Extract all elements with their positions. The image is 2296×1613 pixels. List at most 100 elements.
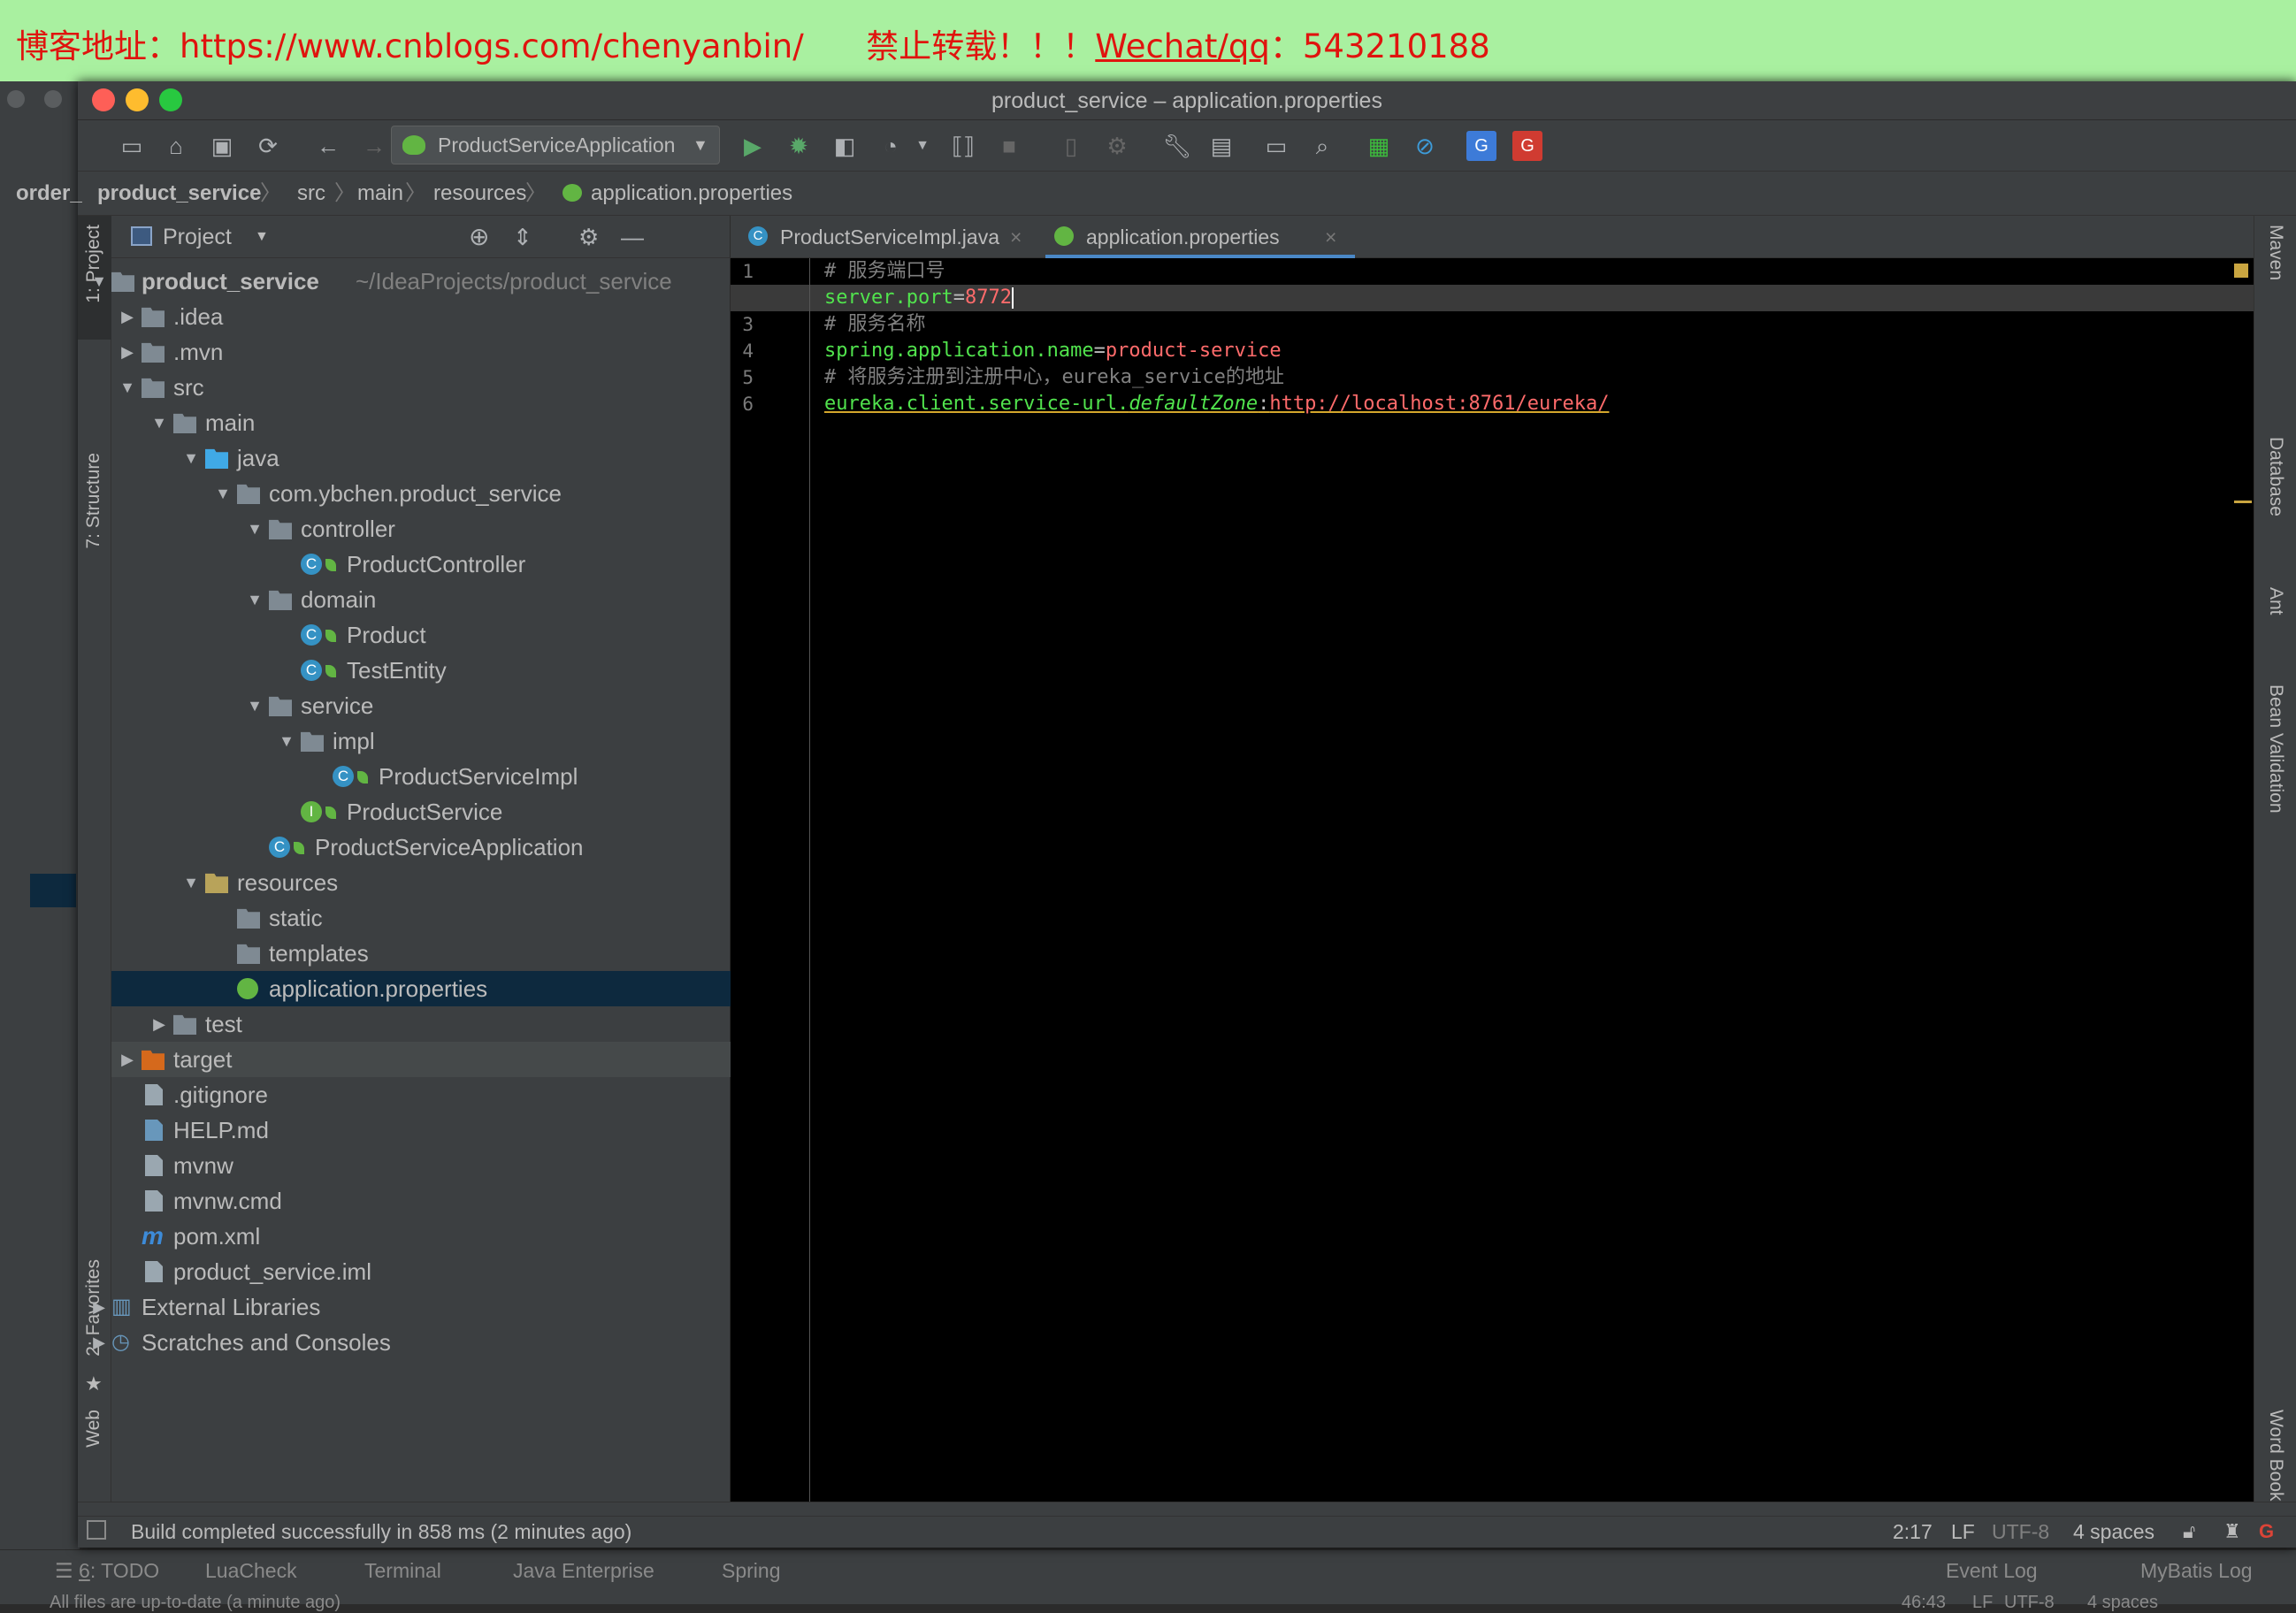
breadcrumb-item[interactable]: order_ [16, 172, 82, 216]
code-editor[interactable]: 1 3 4 5 6 # 服务端口号 server.port=8772 # 服务名… [731, 258, 2254, 1502]
run-icon[interactable]: ▶ [738, 131, 768, 161]
tool-window-ant[interactable]: Ant [2265, 587, 2286, 615]
tool-window-web[interactable]: Web [83, 1410, 104, 1448]
tree-row-impl[interactable]: ▼ impl [111, 723, 731, 759]
tree-label: ProductService [347, 799, 503, 825]
tree-row-productserviceapplication[interactable]: C ProductServiceApplication [111, 829, 731, 865]
attach-debugger-icon[interactable]: ⟦⟧ [948, 131, 978, 161]
tree-row-package[interactable]: ▼ com.ybchen.product_service [111, 476, 731, 511]
gear-icon[interactable]: ⚙ [578, 216, 599, 258]
close-tab-icon[interactable]: × [1010, 216, 1022, 258]
tree-row-idea[interactable]: ▶ .idea [111, 299, 731, 334]
search-icon[interactable]: ⌕ [1307, 131, 1337, 161]
translate-icon[interactable]: G [1466, 131, 1496, 161]
coverage-icon[interactable]: ◧ [830, 131, 860, 161]
caret-position[interactable]: 2:17 [1893, 1517, 1932, 1547]
power-save-icon[interactable]: ⊘ [1410, 131, 1440, 161]
tree-row-domain[interactable]: ▼ domain [111, 582, 731, 617]
tool-window-maven[interactable]: Maven [2265, 225, 2286, 280]
chevron-down-icon[interactable]: ▼ [255, 216, 269, 258]
tree-row-templates[interactable]: templates [111, 936, 731, 971]
tree-row-external-libraries[interactable]: ▶ ▥ External Libraries [93, 1289, 731, 1325]
tree-label: External Libraries [142, 1294, 321, 1320]
tree-row-testentity[interactable]: C TestEntity [111, 653, 731, 688]
breadcrumb-item[interactable]: main [357, 172, 403, 216]
device-icon[interactable]: ▯ [1056, 131, 1086, 161]
tree-row-mvnw-cmd[interactable]: mvnw.cmd [111, 1183, 731, 1219]
wrench-icon[interactable]: 🔧︎ [1162, 131, 1192, 161]
bg-tool-terminal: Terminal [364, 1559, 441, 1582]
line-separator[interactable]: LF [1951, 1517, 1975, 1547]
locate-icon[interactable]: ⊕ [469, 216, 489, 258]
tree-label: HELP.md [173, 1117, 269, 1143]
forward-arrow-icon[interactable]: → [359, 131, 389, 161]
sync-icon[interactable]: ⟳ [253, 131, 283, 161]
tree-row-mvn[interactable]: ▶ .mvn [111, 334, 731, 370]
breadcrumb-item[interactable]: resources [433, 172, 526, 216]
tree-row-service[interactable]: ▼ service [111, 688, 731, 723]
breadcrumb-item[interactable]: application.properties [591, 172, 792, 216]
tool-window-word-book[interactable]: Word Book [2265, 1410, 2286, 1502]
tree-row-productcontroller[interactable]: C ProductController [111, 547, 731, 582]
tree-row-product[interactable]: C Product [111, 617, 731, 653]
tool-window-bean-validation[interactable]: Bean Validation [2265, 684, 2286, 814]
save-all-icon[interactable]: ▭ [117, 131, 147, 161]
open-folder-icon[interactable]: ⌂ [161, 131, 191, 161]
file-encoding[interactable]: UTF-8 [1992, 1517, 2049, 1547]
inspection-status-icon[interactable] [2234, 264, 2248, 278]
run-configuration-select[interactable]: ProductServiceApplication ▼ [391, 126, 720, 164]
tree-row-productserviceimpl[interactable]: C ProductServiceImpl [111, 759, 731, 794]
activity-monitor-icon[interactable]: ▦ [1364, 131, 1394, 161]
tree-row-resources[interactable]: ▼ resources [111, 865, 731, 900]
collapse-all-icon[interactable]: ⇕ [513, 216, 532, 258]
tree-row-controller[interactable]: ▼ controller [111, 511, 731, 547]
tab-productserviceimpl[interactable]: C ProductServiceImpl.java × [739, 216, 1040, 258]
tree-row-application-properties[interactable]: application.properties [111, 971, 731, 1006]
bg-status-message: All files are up-to-date (a minute ago) [50, 1593, 341, 1612]
tool-window-database[interactable]: Database [2265, 437, 2286, 516]
back-arrow-icon[interactable]: ← [313, 131, 343, 161]
breadcrumb-item[interactable]: src [297, 172, 325, 216]
tree-row-java[interactable]: ▼ java [111, 440, 731, 476]
run-configuration-label: ProductServiceApplication [438, 134, 676, 157]
breadcrumb-item[interactable]: product_service [97, 172, 261, 216]
tree-row-target[interactable]: ▶ target [111, 1042, 731, 1077]
folder-icon [237, 908, 260, 929]
tree-row-productservice[interactable]: I ProductService [111, 794, 731, 829]
iml-file-icon [145, 1261, 163, 1282]
warning-stripe-marker[interactable] [2234, 501, 2252, 503]
tree-row-gitignore[interactable]: .gitignore [111, 1077, 731, 1112]
tree-row-static[interactable]: static [111, 900, 731, 936]
tree-row-scratches[interactable]: ▶ ◷ Scratches and Consoles [93, 1325, 731, 1360]
tree-row-iml[interactable]: product_service.iml [111, 1254, 731, 1289]
debug-icon[interactable]: ✹ [784, 131, 814, 161]
profile-icon[interactable]: ◔ [876, 131, 906, 161]
tree-row-main[interactable]: ▼ main [111, 405, 731, 440]
hide-panel-icon[interactable]: — [621, 216, 644, 258]
tree-row-test[interactable]: ▶ test [111, 1006, 731, 1042]
translate-replace-icon[interactable]: G [1512, 131, 1542, 161]
star-icon: ★ [85, 1372, 103, 1395]
terminal-icon[interactable]: ▭ [1261, 131, 1291, 161]
indent-setting[interactable]: 4 spaces [2073, 1517, 2154, 1547]
tree-row-mvnw[interactable]: mvnw [111, 1148, 731, 1183]
toggle-tool-windows-icon[interactable] [87, 1520, 106, 1540]
project-view-label[interactable]: Project [163, 216, 232, 258]
google-icon[interactable]: G [2259, 1517, 2274, 1547]
lock-icon[interactable]: 🔓︎ [2183, 1517, 2195, 1547]
tab-application-properties[interactable]: application.properties × [1045, 216, 1355, 258]
close-tab-icon[interactable]: × [1325, 216, 1336, 258]
tree-row-src[interactable]: ▼ src [111, 370, 731, 405]
tree-row-help-md[interactable]: HELP.md [111, 1112, 731, 1148]
code-line-2: server.port=8772 [824, 287, 1014, 309]
inspector-icon[interactable]: ♜ [2223, 1517, 2241, 1547]
profile-dropdown-icon[interactable]: ▼ [907, 131, 938, 161]
stop-icon[interactable]: ■ [994, 131, 1024, 161]
tree-row-project-root[interactable]: ▼ product_service ~/IdeaProjects/product… [91, 264, 731, 299]
tree-row-pom-xml[interactable]: m pom.xml [111, 1219, 731, 1254]
tool-window-structure[interactable]: 7: Structure [83, 453, 104, 549]
chevron-right-icon: ▶ [153, 1015, 165, 1033]
save-icon[interactable]: ▣ [207, 131, 237, 161]
gear-disabled-icon[interactable]: ⚙ [1102, 131, 1132, 161]
project-structure-icon[interactable]: ▤ [1206, 131, 1236, 161]
